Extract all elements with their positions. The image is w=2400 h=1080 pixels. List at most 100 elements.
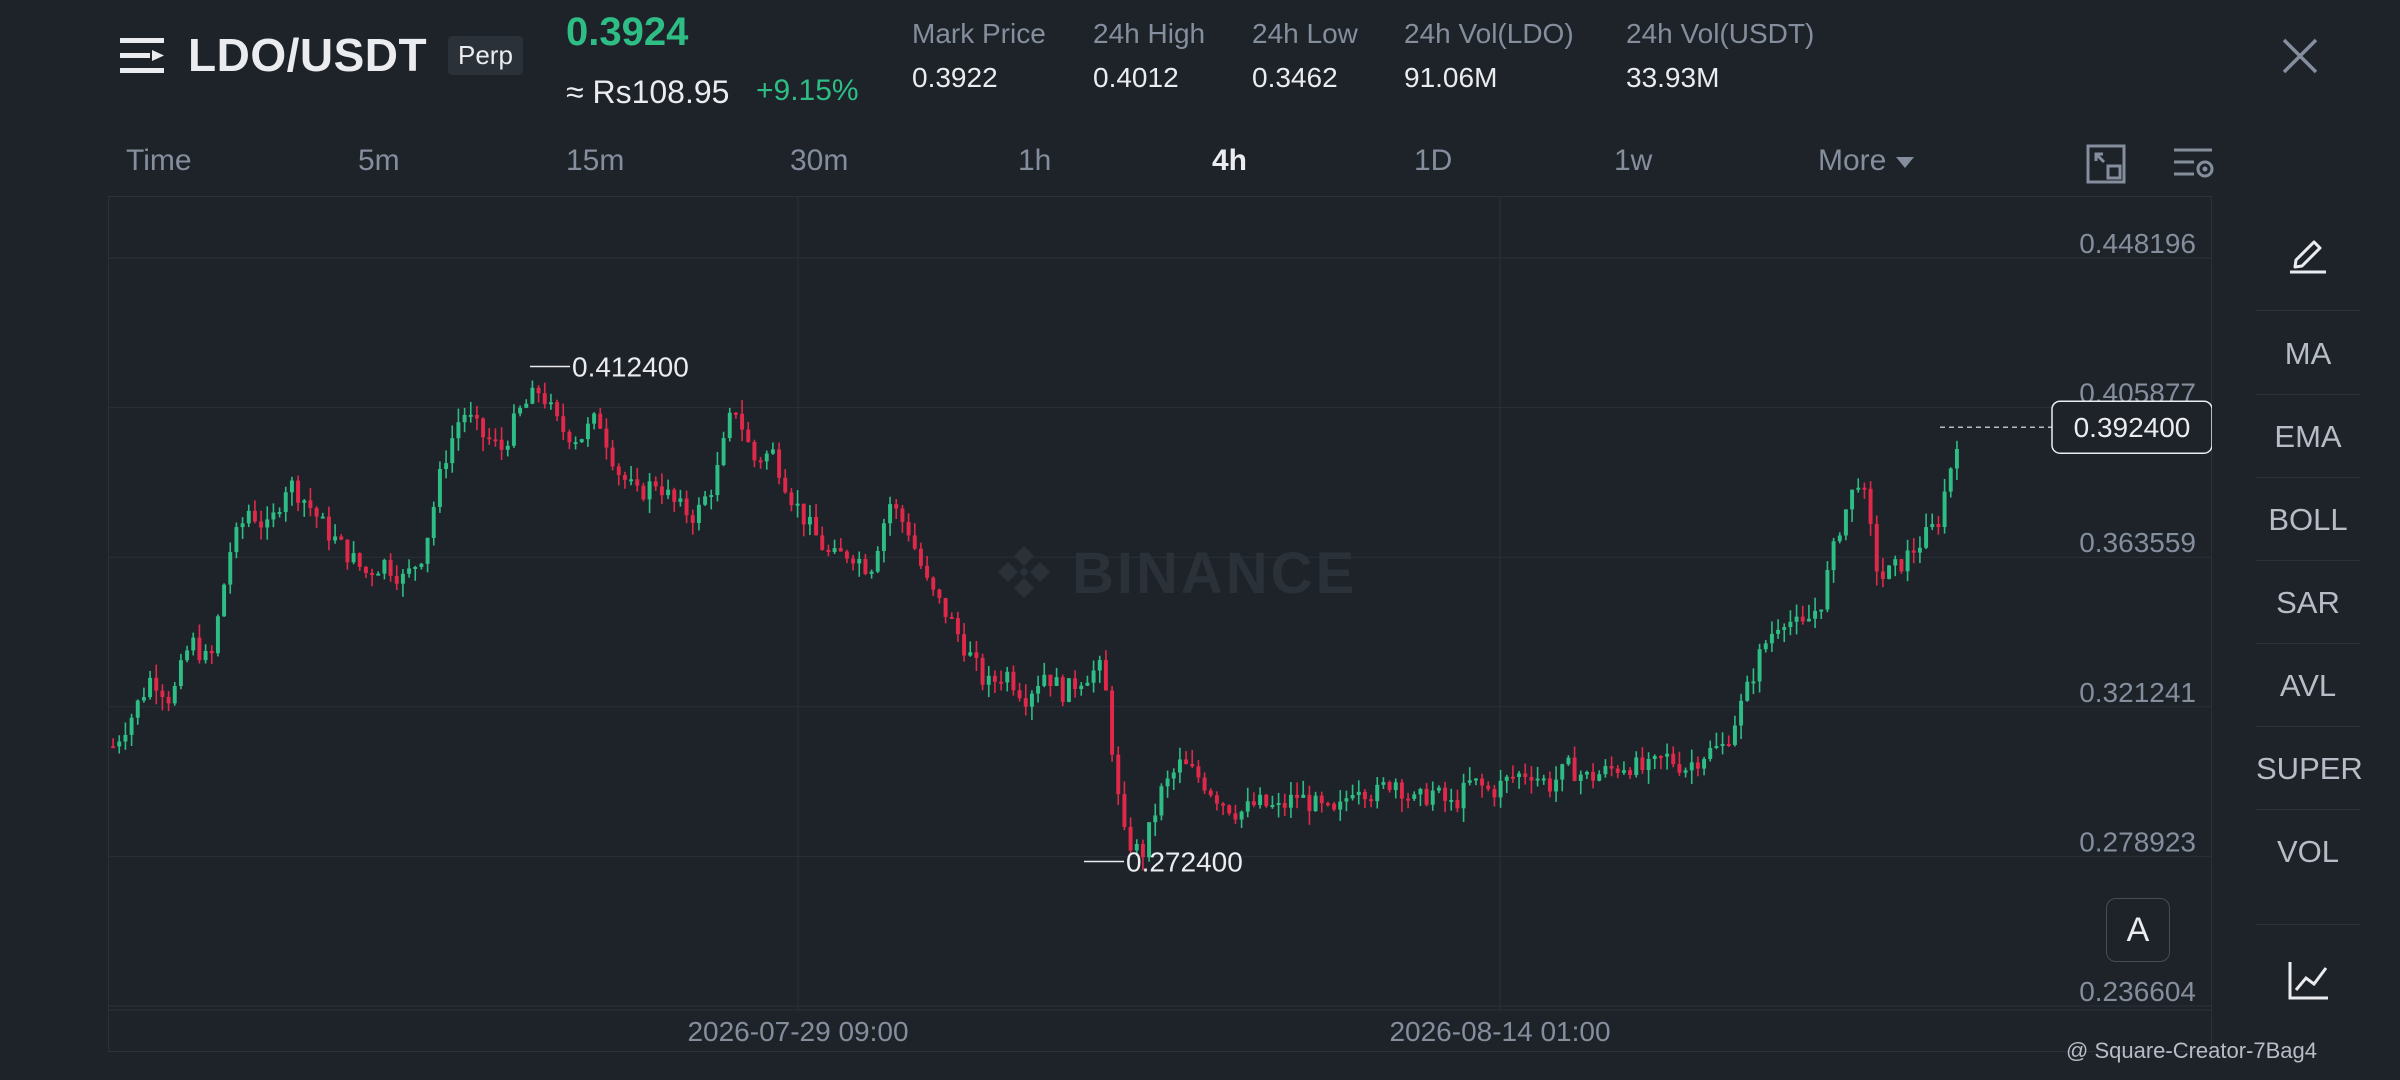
candle-body xyxy=(314,507,319,517)
tab-1d[interactable]: 1D xyxy=(1414,144,1452,178)
candle-body xyxy=(481,418,486,438)
candle-body xyxy=(968,652,973,656)
indicator-ema[interactable]: EMA xyxy=(2256,419,2360,455)
candle-body xyxy=(1171,772,1176,779)
candle-body xyxy=(709,495,714,498)
indicator-avl[interactable]: AVL xyxy=(2256,668,2360,704)
pair-title[interactable]: LDO/USDT xyxy=(188,28,427,82)
candle-body xyxy=(1628,770,1633,776)
candle-body xyxy=(943,597,948,617)
candle-body xyxy=(493,439,498,442)
candle-body xyxy=(536,387,541,394)
candle-body xyxy=(530,387,535,404)
candle-body xyxy=(437,468,442,507)
candle-body xyxy=(1615,768,1620,773)
candle-body xyxy=(320,516,325,519)
candle-body xyxy=(1196,766,1201,778)
candle-body xyxy=(1159,786,1164,816)
candle-body xyxy=(807,516,812,525)
indicator-boll[interactable]: BOLL xyxy=(2256,502,2360,538)
tab-1w[interactable]: 1w xyxy=(1614,144,1652,178)
candle-body xyxy=(992,675,997,682)
candle-body xyxy=(1597,774,1602,781)
chart-settings-icon[interactable] xyxy=(2172,144,2216,184)
menu-icon[interactable] xyxy=(120,34,164,78)
tab-15m[interactable]: 15m xyxy=(566,144,624,178)
candle-body xyxy=(1467,780,1472,783)
tab-5m[interactable]: 5m xyxy=(358,144,400,178)
candle-body xyxy=(1745,681,1750,701)
close-icon[interactable] xyxy=(2278,34,2322,78)
candle-body xyxy=(1085,682,1090,686)
candle-body xyxy=(1350,794,1355,799)
candle-body xyxy=(1313,795,1318,812)
tab-more[interactable]: More xyxy=(1818,144,1915,178)
candle-body xyxy=(1319,795,1324,804)
candle-body xyxy=(117,741,122,747)
candle-body xyxy=(1554,779,1559,792)
candle-body xyxy=(1930,524,1935,528)
candle-body xyxy=(1029,693,1034,707)
candle-body xyxy=(770,449,775,454)
low-annotation: 0.272400 xyxy=(1126,846,1243,877)
indicator-sar[interactable]: SAR xyxy=(2256,585,2360,621)
candle-body xyxy=(252,510,257,522)
candle-body xyxy=(1646,758,1651,771)
tab-4h[interactable]: 4h xyxy=(1212,144,1247,178)
divider xyxy=(2256,924,2360,925)
candle-body xyxy=(1732,725,1737,746)
candle-body xyxy=(616,466,621,476)
candle-body xyxy=(1856,487,1861,490)
candle-body xyxy=(1800,616,1805,622)
divider xyxy=(2256,726,2360,727)
tab-time[interactable]: Time xyxy=(126,144,192,178)
candle-body xyxy=(647,481,652,500)
candle-body xyxy=(758,460,763,463)
candle-body xyxy=(622,475,627,480)
candle-body xyxy=(690,515,695,523)
candle-body xyxy=(407,568,412,574)
candle-body xyxy=(160,690,165,697)
candle-body xyxy=(548,402,553,405)
candle-body xyxy=(585,423,590,440)
candle-body xyxy=(1948,468,1953,492)
candle-body xyxy=(715,465,720,496)
candle-body xyxy=(1091,670,1096,683)
candle-body xyxy=(1837,535,1842,542)
candle-body xyxy=(172,685,177,704)
indicator-ma[interactable]: MA xyxy=(2256,336,2360,372)
candlestick-chart[interactable]: 0.4481960.4058770.3635590.3212410.278923… xyxy=(108,196,2212,1052)
draw-pencil-icon[interactable] xyxy=(2286,230,2330,274)
candle-body xyxy=(283,492,288,513)
candle-body xyxy=(1880,571,1885,579)
tab-1h[interactable]: 1h xyxy=(1018,144,1051,178)
tab-30m[interactable]: 30m xyxy=(790,144,848,178)
candle-body xyxy=(1850,489,1855,510)
fullscreen-icon[interactable] xyxy=(2086,144,2126,184)
auto-scale-button[interactable]: A xyxy=(2106,898,2170,962)
candle-body xyxy=(185,650,190,661)
candle-body xyxy=(1325,803,1330,806)
candle-body xyxy=(949,616,954,619)
candle-body xyxy=(1276,803,1281,806)
candle-body xyxy=(487,437,492,440)
candle-body xyxy=(980,657,985,685)
candle-body xyxy=(1190,763,1195,767)
candle-body xyxy=(1739,700,1744,726)
candle-body xyxy=(801,503,806,525)
candle-body xyxy=(1369,799,1374,802)
candle-body xyxy=(1714,745,1719,748)
candle-body xyxy=(197,637,202,661)
chart-trend-icon[interactable] xyxy=(2286,958,2330,1002)
candle-body xyxy=(820,535,825,550)
candle-body xyxy=(604,428,609,448)
indicator-super[interactable]: SUPER xyxy=(2256,751,2363,787)
indicator-vol[interactable]: VOL xyxy=(2256,834,2360,870)
candle-body xyxy=(1566,757,1571,765)
candle-body xyxy=(1757,649,1762,682)
candle-body xyxy=(1332,803,1337,810)
candle-body xyxy=(511,413,516,446)
candle-body xyxy=(222,584,227,617)
divider xyxy=(2256,643,2360,644)
candle-body xyxy=(1529,777,1534,781)
